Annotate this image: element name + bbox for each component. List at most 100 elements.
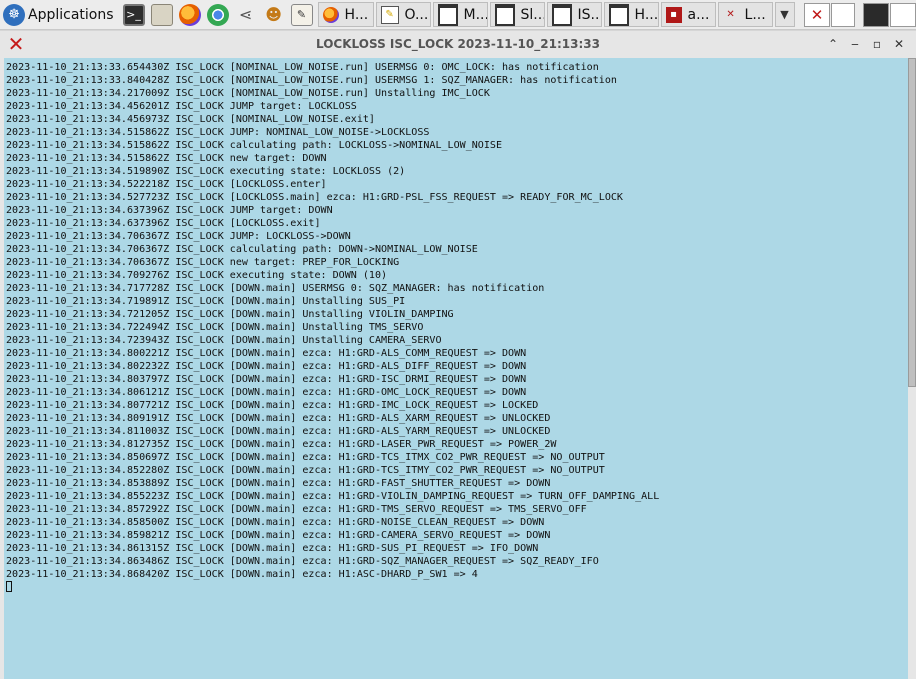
log-line: 2023-11-10_21:13:34.721205Z ISC_LOCK [DO… (6, 309, 454, 320)
taskbar-item-label: O... (404, 6, 429, 23)
log-line: 2023-11-10_21:13:34.637396Z ISC_LOCK JUM… (6, 205, 333, 216)
window-icon (608, 3, 629, 26)
log-line: 2023-11-10_21:13:33.654430Z ISC_LOCK [NO… (6, 62, 599, 73)
people-icon[interactable]: ☻ (263, 4, 285, 26)
workspace-4[interactable] (890, 2, 916, 27)
log-line: 2023-11-10_21:13:34.857292Z ISC_LOCK [DO… (6, 504, 587, 515)
taskbar-item[interactable]: ▪ a... (660, 2, 716, 27)
window-icon (494, 3, 515, 26)
chromium-icon[interactable] (206, 3, 229, 26)
taskbar-item-label: H... (634, 6, 659, 23)
applications-menu[interactable]: ☸ Applications (0, 0, 120, 29)
taskbar-item-label: H... (344, 6, 369, 23)
log-line: 2023-11-10_21:13:34.709276Z ISC_LOCK exe… (6, 270, 388, 281)
window-close-button[interactable]: ✕ (888, 35, 910, 53)
taskbar-item-label: Sl... (520, 6, 545, 23)
log-line: 2023-11-10_21:13:34.723943Z ISC_LOCK [DO… (6, 335, 442, 346)
log-line: 2023-11-10_21:13:34.519890Z ISC_LOCK exe… (6, 166, 406, 177)
firefox-icon (322, 6, 339, 23)
window-minimize-button[interactable]: ‒ (844, 35, 866, 53)
window-maximize-button[interactable]: ▫ (866, 35, 888, 53)
workspace-pager: ✕ (803, 0, 916, 29)
log-line: 2023-11-10_21:13:34.706367Z ISC_LOCK JUM… (6, 231, 351, 242)
taskbar-item[interactable]: H... (317, 2, 374, 27)
log-line: 2023-11-10_21:13:34.850697Z ISC_LOCK [DO… (6, 452, 605, 463)
log-line: 2023-11-10_21:13:34.217009Z ISC_LOCK [NO… (6, 88, 490, 99)
window-titlebar[interactable]: ✕ LOCKLOSS ISC_LOCK 2023-11-10_21:13:33 … (0, 31, 916, 57)
taskbar-item[interactable]: M... (432, 2, 488, 27)
scrollbar-thumb[interactable] (908, 58, 916, 387)
taskbar-item[interactable]: IS... (546, 2, 602, 27)
red-app-icon: ▪ (665, 6, 682, 23)
taskbar-item[interactable]: Sl... (489, 2, 545, 27)
log-line: 2023-11-10_21:13:34.812735Z ISC_LOCK [DO… (6, 439, 557, 450)
log-line: 2023-11-10_21:13:34.859821Z ISC_LOCK [DO… (6, 530, 551, 541)
firefox-icon[interactable] (178, 3, 201, 26)
taskbar-item-label: IS... (577, 6, 602, 23)
log-line: 2023-11-10_21:13:34.863486Z ISC_LOCK [DO… (6, 556, 599, 567)
log-line: 2023-11-10_21:13:34.456201Z ISC_LOCK JUM… (6, 101, 357, 112)
log-line: 2023-11-10_21:13:34.806121Z ISC_LOCK [DO… (6, 387, 527, 398)
log-line: 2023-11-10_21:13:34.637396Z ISC_LOCK [LO… (6, 218, 321, 229)
log-line: 2023-11-10_21:13:34.868420Z ISC_LOCK [DO… (6, 569, 478, 580)
log-line: 2023-11-10_21:13:34.456973Z ISC_LOCK [NO… (6, 114, 375, 125)
guardian-x-icon: ✕ (810, 5, 824, 24)
log-line: 2023-11-10_21:13:34.515862Z ISC_LOCK new… (6, 153, 327, 164)
log-line: 2023-11-10_21:13:34.706367Z ISC_LOCK new… (6, 257, 400, 268)
log-text-area[interactable]: 2023-11-10_21:13:33.654430Z ISC_LOCK [NO… (4, 58, 908, 679)
log-window: ✕ LOCKLOSS ISC_LOCK 2023-11-10_21:13:33 … (0, 31, 916, 679)
window-shade-button[interactable]: ⌃ (822, 35, 844, 53)
log-line: 2023-11-10_21:13:34.807721Z ISC_LOCK [DO… (6, 400, 539, 411)
taskbar-item[interactable]: ✕ L... (717, 2, 773, 27)
applications-label: Applications (28, 6, 114, 23)
log-line: 2023-11-10_21:13:33.840428Z ISC_LOCK [NO… (6, 75, 617, 86)
log-line: 2023-11-10_21:13:34.719891Z ISC_LOCK [DO… (6, 296, 406, 307)
log-line: 2023-11-10_21:13:34.803797Z ISC_LOCK [DO… (6, 374, 527, 385)
log-line: 2023-11-10_21:13:34.800221Z ISC_LOCK [DO… (6, 348, 527, 359)
log-line: 2023-11-10_21:13:34.722494Z ISC_LOCK [DO… (6, 322, 424, 333)
close-icon: ✕ (893, 37, 905, 51)
chevron-up-icon: ⌃ (827, 37, 839, 51)
taskbar-item-label: M... (463, 6, 488, 23)
taskbar-item[interactable]: H... (603, 2, 659, 27)
log-line: 2023-11-10_21:13:34.706367Z ISC_LOCK cal… (6, 244, 478, 255)
taskbar-item[interactable]: ✎ O... (375, 2, 431, 27)
launcher-bar: >_ ⋖ ☻ ✎ (120, 0, 316, 29)
log-line: 2023-11-10_21:13:34.717728Z ISC_LOCK [DO… (6, 283, 545, 294)
log-line: 2023-11-10_21:13:34.522218Z ISC_LOCK [LO… (6, 179, 327, 190)
minimize-icon: ‒ (851, 37, 859, 51)
text-editor-icon[interactable]: ✎ (290, 3, 313, 26)
taskbar-item-label: a... (687, 6, 710, 23)
share-icon[interactable]: ⋖ (235, 4, 257, 26)
log-line: 2023-11-10_21:13:34.809191Z ISC_LOCK [DO… (6, 413, 551, 424)
window-icon (551, 3, 572, 26)
window-title: LOCKLOSS ISC_LOCK 2023-11-10_21:13:33 (316, 37, 600, 51)
log-line: 2023-11-10_21:13:34.858500Z ISC_LOCK [DO… (6, 517, 545, 528)
window-icon (437, 3, 458, 26)
workspace-1[interactable]: ✕ (804, 2, 830, 27)
workspace-2[interactable] (831, 2, 855, 27)
log-line: 2023-11-10_21:13:34.855223Z ISC_LOCK [DO… (6, 491, 660, 502)
log-line: 2023-11-10_21:13:34.853889Z ISC_LOCK [DO… (6, 478, 551, 489)
log-line: 2023-11-10_21:13:34.515862Z ISC_LOCK JUM… (6, 127, 430, 138)
log-line: 2023-11-10_21:13:34.811003Z ISC_LOCK [DO… (6, 426, 551, 437)
chevron-down-icon: ▼ (780, 8, 789, 21)
log-output: 2023-11-10_21:13:33.654430Z ISC_LOCK [NO… (4, 58, 908, 595)
guardian-x-icon: ✕ (726, 9, 735, 20)
log-line: 2023-11-10_21:13:34.852280Z ISC_LOCK [DO… (6, 465, 605, 476)
log-line: 2023-11-10_21:13:34.515862Z ISC_LOCK cal… (6, 140, 502, 151)
terminal-icon[interactable]: >_ (122, 3, 145, 26)
maximize-icon: ▫ (872, 37, 882, 51)
log-line: 2023-11-10_21:13:34.527723Z ISC_LOCK [LO… (6, 192, 623, 203)
text-cursor (6, 581, 12, 592)
taskbar-item-label: L... (744, 6, 766, 23)
taskbar-more-button[interactable]: ▼ (774, 2, 795, 27)
workspace-3[interactable] (863, 2, 889, 27)
top-panel: ☸ Applications >_ ⋖ ☻ ✎ H... ✎ O... M...… (0, 0, 916, 30)
vertical-scrollbar[interactable] (908, 58, 916, 679)
log-line: 2023-11-10_21:13:34.802232Z ISC_LOCK [DO… (6, 361, 527, 372)
file-manager-icon[interactable] (150, 3, 173, 26)
document-icon: ✎ (380, 5, 399, 24)
log-line: 2023-11-10_21:13:34.861315Z ISC_LOCK [DO… (6, 543, 539, 554)
applications-logo-icon: ☸ (3, 3, 25, 26)
